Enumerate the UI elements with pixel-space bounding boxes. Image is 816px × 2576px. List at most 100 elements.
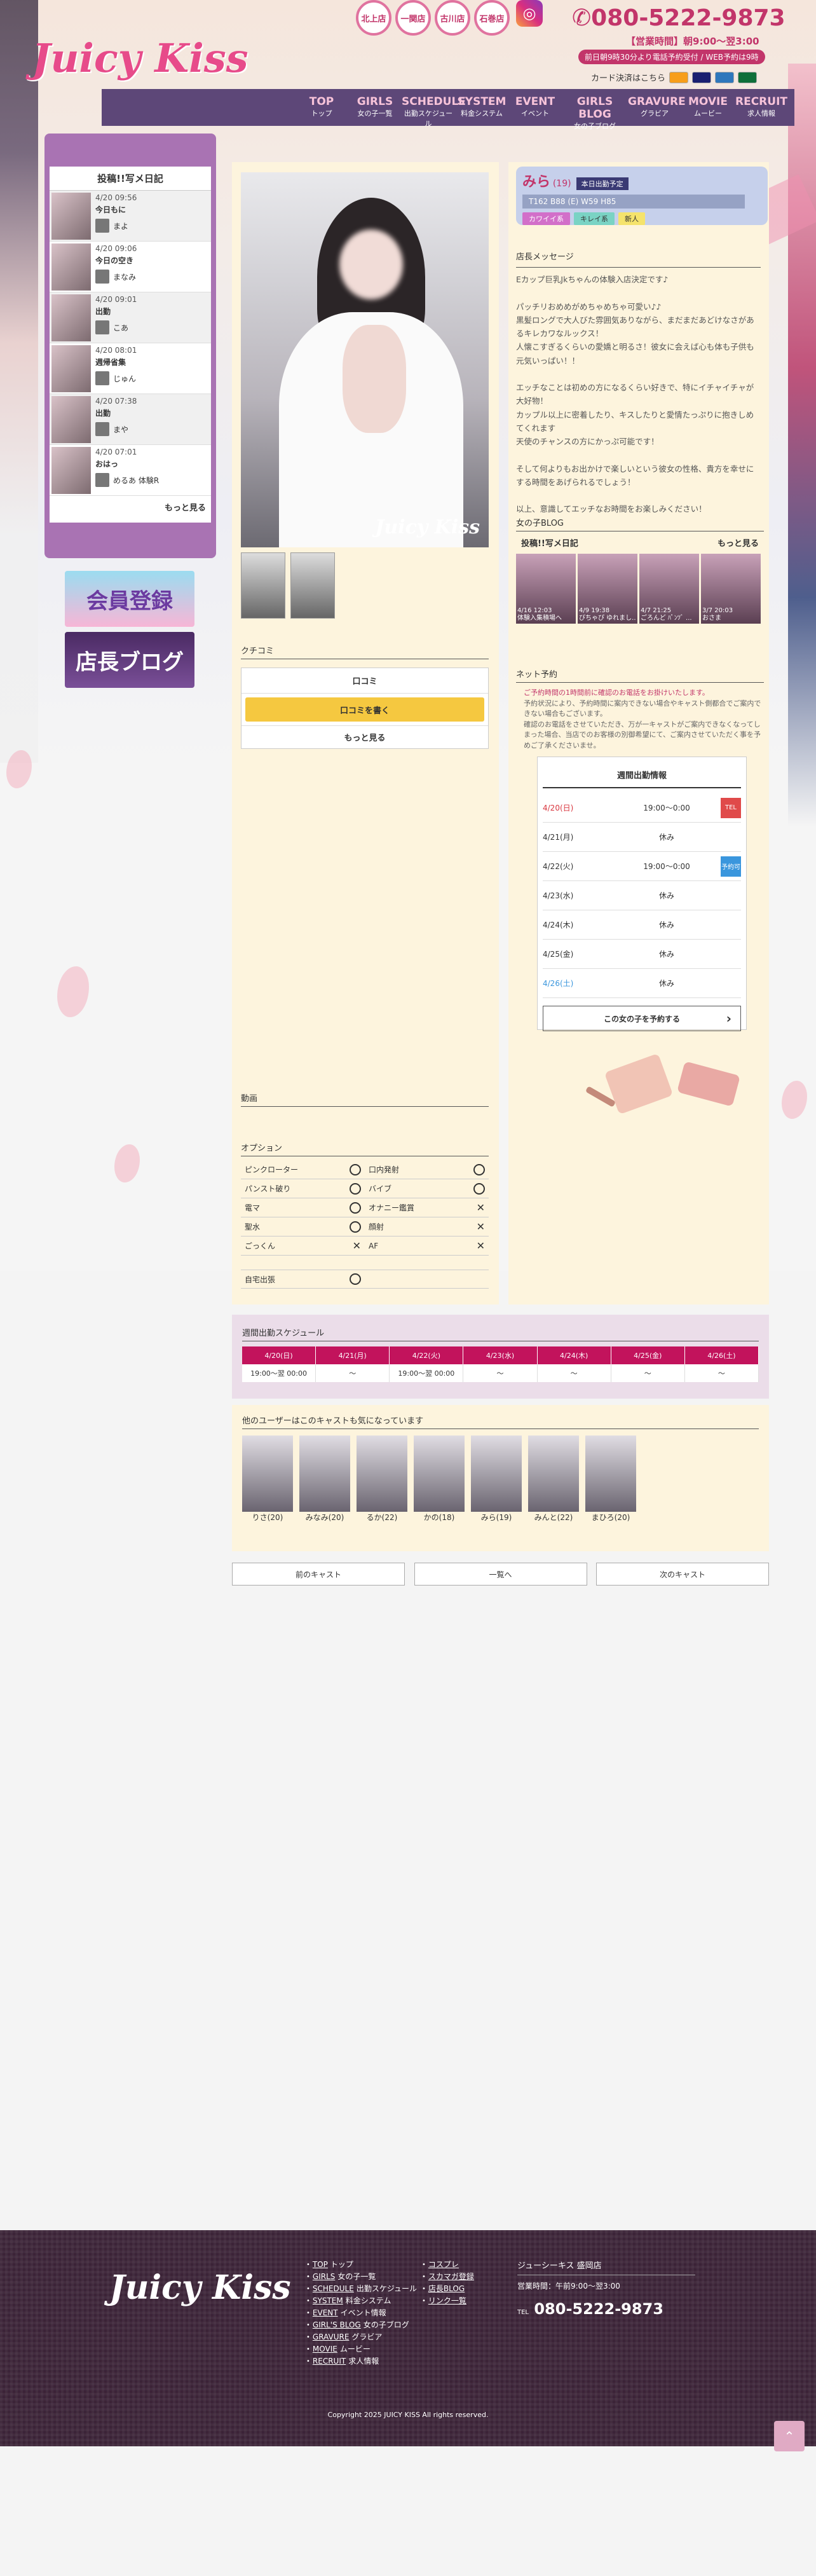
related-cast-card[interactable]: みんと(22): [528, 1435, 579, 1523]
footer-phone-number: 080-5222-9873: [534, 2300, 663, 2318]
header-phone[interactable]: ✆080-5222-9873: [572, 5, 785, 31]
footer-link[interactable]: TOPトップ: [306, 2259, 417, 2271]
nav-gravure[interactable]: GRAVURE グラビア: [628, 89, 686, 126]
related-cast-card[interactable]: まひろ(20): [585, 1435, 636, 1523]
day-status-button[interactable]: TEL: [721, 797, 741, 818]
area-link[interactable]: 北上店: [356, 0, 391, 36]
card-payment[interactable]: カード決済はこちら: [591, 71, 758, 83]
footer-link-jp: 料金システム: [345, 2296, 391, 2305]
related-cast-card[interactable]: みら(19): [471, 1435, 522, 1523]
diary-entry[interactable]: 4/20 09:56 今日もに まよ: [50, 191, 211, 242]
related-cast-card[interactable]: かの(18): [414, 1435, 465, 1523]
nav-top[interactable]: TOP トップ: [295, 89, 348, 126]
cast-photo: [585, 1435, 636, 1512]
blog-more-link[interactable]: もっと見る: [717, 537, 759, 549]
back-to-top-button[interactable]: ⌃: [774, 2421, 805, 2451]
footer-link[interactable]: コスプレ: [422, 2259, 474, 2271]
related-cast-card[interactable]: りさ(20): [242, 1435, 293, 1523]
instagram-icon[interactable]: ◎: [516, 0, 543, 27]
cast-tag: カワイイ系: [522, 212, 570, 225]
reservation-note: 前日朝9時30分より電話予約受付 / WEB予約は9時: [578, 50, 765, 64]
footer-link[interactable]: SCHEDULE出勤スケジュール: [306, 2283, 417, 2295]
footer-logo[interactable]: Juicy Kiss: [109, 2268, 291, 2307]
area-link[interactable]: 古川店: [435, 0, 470, 36]
footer-link-en: SCHEDULE: [312, 2284, 354, 2293]
nav-sublabel: トップ: [311, 109, 332, 118]
diary-entry[interactable]: 4/20 09:06 今日の空き まなみ: [50, 242, 211, 292]
schedule-label: 週間出勤スケジュール: [242, 1326, 759, 1341]
area-link[interactable]: 石巻店: [474, 0, 510, 36]
footer-link[interactable]: リンク一覧: [422, 2295, 474, 2307]
footer-link[interactable]: GIRL'S BLOG女の子ブログ: [306, 2319, 417, 2331]
weekly-schedule: 週間出勤スケジュール 4/20(日) 19:00〜翌 00:00 4/21(月) 〜 4…: [232, 1315, 769, 1399]
photo-thumbnail[interactable]: [290, 552, 335, 619]
nav-label: SYSTEM: [457, 95, 507, 108]
diary-author: じゅん: [95, 371, 137, 385]
nav-recruit[interactable]: RECRUIT 求人情報: [735, 89, 788, 126]
blog-thumbnail[interactable]: 3/7 20:03 おさま: [701, 554, 761, 624]
blog-title: 体験入集積場へ: [517, 615, 562, 622]
next-cast-button[interactable]: 次のキャスト: [596, 1563, 769, 1586]
cast-card-name: るか(22): [366, 1513, 398, 1522]
blog-thumbnail[interactable]: 4/16 12:03 体験入集積場へ: [516, 554, 576, 624]
footer-link[interactable]: GRAVUREグラビア: [306, 2331, 417, 2343]
schedule-hours: 〜: [684, 1364, 759, 1382]
cast-photo: [471, 1435, 522, 1512]
footer-link[interactable]: 店長BLOG: [422, 2283, 474, 2295]
available-mark: [350, 1202, 361, 1214]
related-cast-card[interactable]: みなみ(20): [299, 1435, 350, 1523]
footer-link-en: SYSTEM: [312, 2296, 343, 2305]
schedule-hours: 〜: [611, 1364, 685, 1382]
diary-author: めるあ 体験R: [95, 473, 159, 487]
diary-entry[interactable]: 4/20 07:01 おはっ めるあ 体験R: [50, 445, 211, 496]
nav-girls-blog[interactable]: GIRLS BLOG 女の子ブログ: [562, 89, 628, 130]
footer-shop-info: ジューシーキス 盛岡店 営業時間：午前9:00〜翌3:00 TEL 080-52…: [517, 2259, 695, 2318]
photo-thumbnail[interactable]: [241, 552, 285, 619]
footer-link[interactable]: RECRUIT求人情報: [306, 2355, 417, 2367]
diary-entry[interactable]: 4/20 08:01 週帰省集 じゅん: [50, 343, 211, 394]
footer-link-label: スカマガ登録: [428, 2272, 474, 2281]
option-row: パンスト破り バイブ: [241, 1179, 489, 1198]
member-register-banner[interactable]: 会員登録: [65, 571, 194, 627]
footer-phone[interactable]: TEL 080-5222-9873: [517, 2300, 695, 2318]
option-name: オナニー鑑賞: [369, 1203, 415, 1212]
diary-entry[interactable]: 4/20 09:01 出勤 こあ: [50, 292, 211, 343]
footer-link[interactable]: EVENTイベント情報: [306, 2307, 417, 2319]
kuchikomi-more-link[interactable]: もっと見る: [241, 725, 488, 748]
nav-system[interactable]: SYSTEM 料金システム: [455, 89, 508, 126]
related-cast-card[interactable]: るか(22): [357, 1435, 407, 1523]
nav-schedule[interactable]: SCHEDULE 出勤スケジュール: [402, 89, 466, 128]
business-hours: 【営業時間】朝9:00～翌3:00: [626, 36, 759, 47]
reserve-button[interactable]: この女の子を予約する: [543, 1006, 741, 1031]
list-button[interactable]: 一覧へ: [414, 1563, 587, 1586]
blog-thumbnail[interactable]: 4/9 19:38 びちゃぴ ゆれまし..: [578, 554, 637, 624]
site-logo[interactable]: Juicy Kiss: [32, 35, 248, 81]
footer-link[interactable]: SYSTEM料金システム: [306, 2295, 417, 2307]
blog-thumbnail[interactable]: 4/7 21:25 ごろんど ﾊﾟﾝﾂﾞ ...: [639, 554, 699, 624]
nav-girls[interactable]: GIRLS 女の子一覧: [348, 89, 402, 126]
diary-entry[interactable]: 4/20 07:38 出勤 まや: [50, 394, 211, 445]
nav-movie[interactable]: MOVIE ムービー: [681, 89, 735, 126]
footer-link-en: RECRUIT: [312, 2357, 346, 2366]
sidebar-more-link[interactable]: もっと見る: [50, 496, 211, 518]
photo-skin: [343, 325, 406, 433]
nav-event[interactable]: EVENT イベント: [508, 89, 562, 126]
option-cell: 口内発射: [365, 1163, 489, 1175]
blog-title: びちゃぴ ゆれまし..: [579, 615, 636, 622]
footer-link[interactable]: スカマガ登録: [422, 2271, 474, 2283]
option-name: 電マ: [245, 1203, 261, 1212]
footer-link[interactable]: GIRLS女の子一覧: [306, 2271, 417, 2283]
option-cell: パンスト破り: [241, 1182, 365, 1195]
nav-sublabel: 料金システム: [461, 109, 503, 118]
manager-blog-banner[interactable]: 店長ブログ: [65, 632, 194, 688]
area-link[interactable]: 一関店: [395, 0, 431, 36]
prev-cast-button[interactable]: 前のキャスト: [232, 1563, 405, 1586]
diary-author: こあ: [95, 320, 137, 334]
nav-label: MOVIE: [688, 95, 728, 108]
footer-link[interactable]: MOVIEムービー: [306, 2343, 417, 2355]
day-status-button: [721, 973, 741, 994]
day-status-button[interactable]: 予約可: [721, 856, 741, 877]
cast-main-photo[interactable]: Juicy Kiss: [241, 172, 489, 547]
write-review-button[interactable]: 口コミを書く: [245, 697, 484, 722]
day-hours: 19:00〜0:00: [643, 804, 690, 812]
